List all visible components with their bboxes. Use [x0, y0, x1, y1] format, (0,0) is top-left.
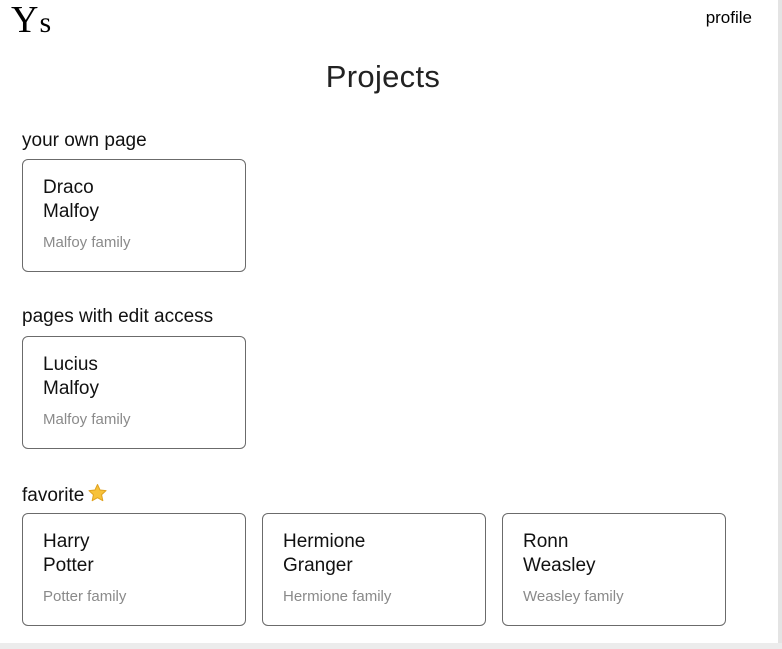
horizontal-scrollbar[interactable]: [0, 643, 782, 649]
page-title: Projects: [325, 59, 441, 94]
card-last-name: Granger: [283, 555, 353, 576]
projects-page: Ys profile Projects your own page Draco …: [0, 0, 782, 649]
vertical-scrollbar[interactable]: [778, 0, 782, 649]
favorite-heading-label: favorite: [22, 485, 85, 506]
project-card[interactable]: Draco Malfoy Malfoy family: [22, 159, 246, 272]
edit-access-cards: Lucius Malfoy Malfoy family: [22, 336, 246, 449]
card-family: Hermione family: [283, 588, 392, 605]
section-heading-favorite: favorite: [22, 483, 108, 509]
logo-letter-y: Y: [11, 0, 40, 41]
app-logo[interactable]: Ys: [11, 0, 52, 45]
card-first-name: Harry: [43, 531, 90, 552]
card-first-name: Draco: [43, 177, 94, 198]
project-card[interactable]: Harry Potter Potter family: [22, 513, 246, 626]
star-icon: [87, 483, 108, 509]
card-last-name: Malfoy: [43, 378, 99, 399]
card-last-name: Malfoy: [43, 201, 99, 222]
favorite-cards: Harry Potter Potter family Hermione Gran…: [22, 513, 726, 626]
card-family: Potter family: [43, 588, 127, 605]
own-page-cards: Draco Malfoy Malfoy family: [22, 159, 246, 272]
section-heading-own-page: your own page: [22, 130, 147, 151]
card-last-name: Potter: [43, 555, 94, 576]
card-first-name: Hermione: [283, 531, 366, 552]
project-card[interactable]: Lucius Malfoy Malfoy family: [22, 336, 246, 449]
card-family: Malfoy family: [43, 234, 131, 251]
card-first-name: Ronn: [523, 531, 569, 552]
profile-link[interactable]: profile: [706, 8, 752, 28]
card-family: Malfoy family: [43, 411, 131, 428]
card-last-name: Weasley: [523, 555, 596, 576]
logo-letter-s: s: [39, 6, 53, 39]
card-first-name: Lucius: [43, 354, 98, 375]
project-card[interactable]: Ronn Weasley Weasley family: [502, 513, 726, 626]
card-family: Weasley family: [523, 588, 624, 605]
section-heading-edit-access: pages with edit access: [22, 306, 214, 327]
project-card[interactable]: Hermione Granger Hermione family: [262, 513, 486, 626]
